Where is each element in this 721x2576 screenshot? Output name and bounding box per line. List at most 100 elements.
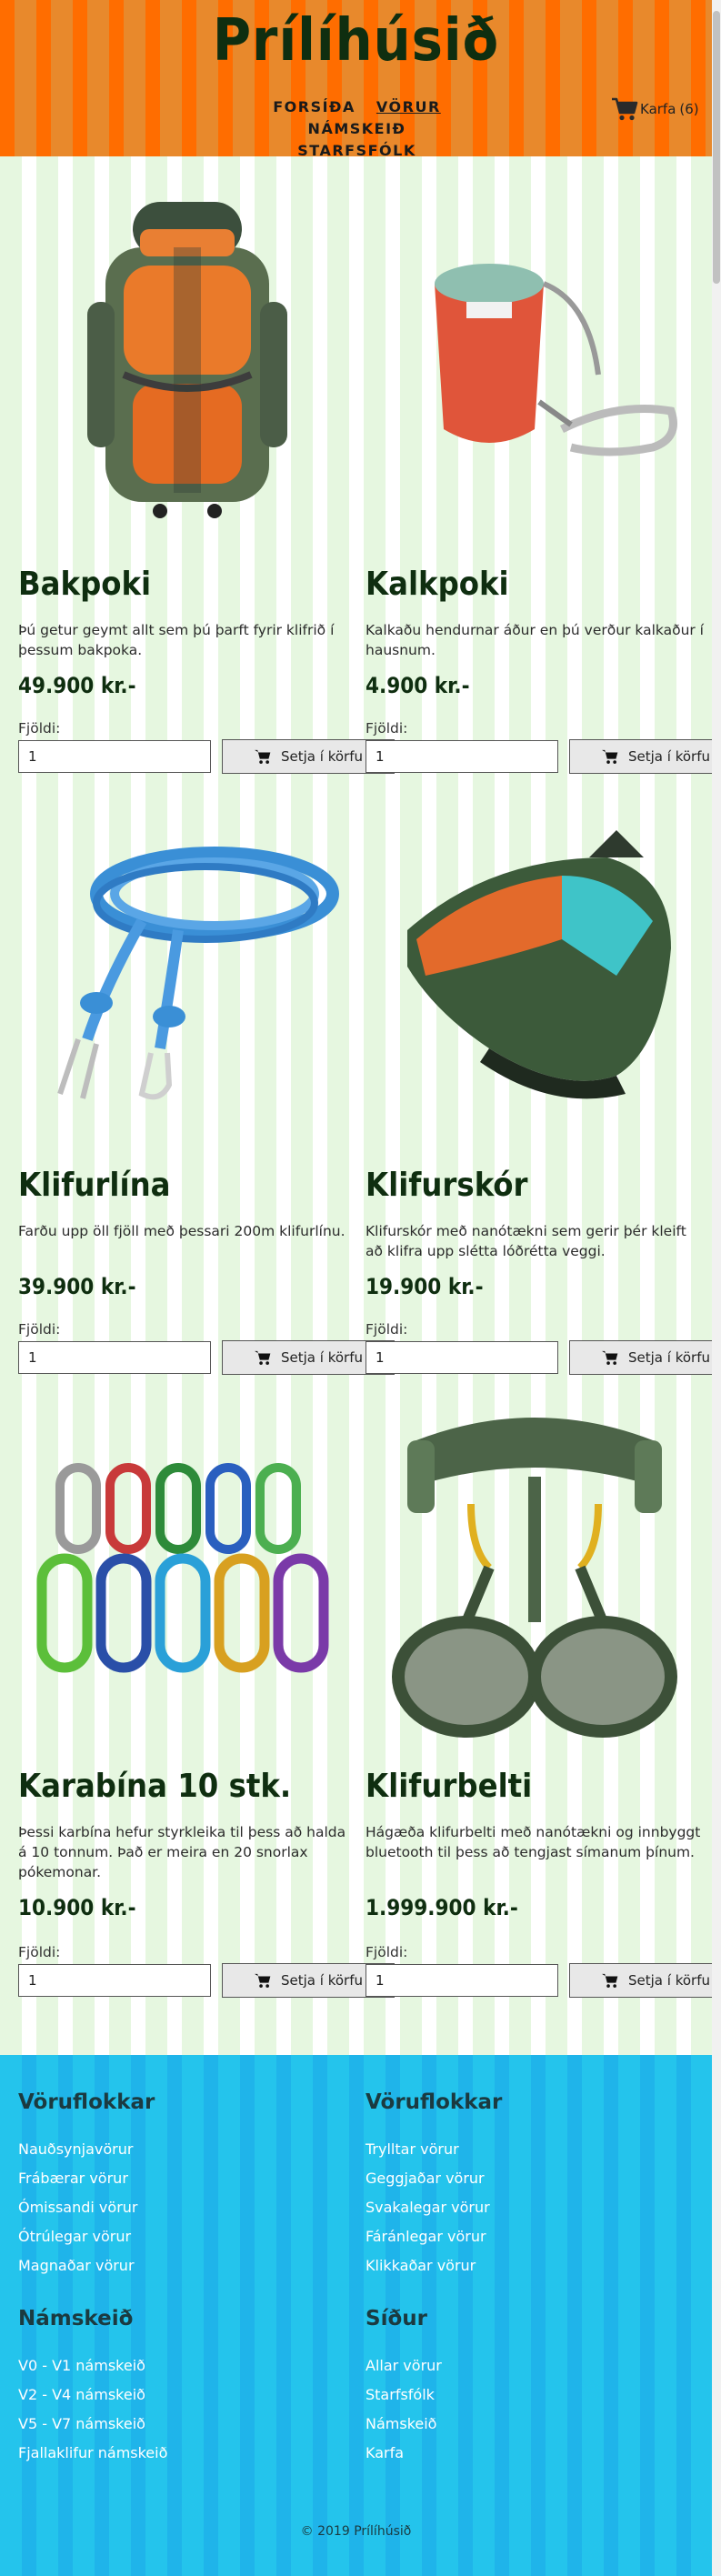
quantity-input[interactable]: [18, 1341, 211, 1374]
footer-column: Námskeið V0 - V1 námskeið V2 - V4 námske…: [18, 2300, 345, 2468]
footer-link[interactable]: Nauðsynjavörur: [18, 2135, 345, 2164]
footer-column: Vöruflokkar Trylltar vörur Geggjaðar vör…: [366, 2084, 693, 2280]
footer-heading: Síður: [366, 2307, 427, 2330]
footer-link[interactable]: Námskeið: [366, 2410, 693, 2439]
footer-link[interactable]: Klikkaðar vörur: [366, 2251, 693, 2280]
quantity-input[interactable]: [366, 1341, 558, 1374]
add-to-cart-label: Setja í körfu: [281, 1972, 363, 1989]
quantity-label: Fjöldi:: [366, 1321, 408, 1338]
footer-link[interactable]: V2 - V4 námskeið: [18, 2381, 345, 2410]
footer-link[interactable]: Ótrúlegar vörur: [18, 2222, 345, 2251]
quantity-label: Fjöldi:: [366, 1944, 408, 1960]
product-price: 1.999.900 kr.-: [366, 1895, 518, 1920]
quantity-label: Fjöldi:: [18, 1321, 61, 1338]
nav-item-forsida[interactable]: FORSÍÐA: [273, 98, 355, 115]
product-description: Þú getur geymt allt sem þú þarft fyrir k…: [18, 622, 335, 658]
climbing-shoe-image: [407, 830, 671, 1099]
add-to-cart-label: Setja í körfu: [628, 1349, 710, 1366]
product-price: 39.900 kr.-: [18, 1274, 136, 1299]
product-description: Kalkaðu hendurnar áður en þú verður kalk…: [366, 622, 704, 658]
chalkbag-image: [435, 264, 677, 456]
product-image-rope[interactable]: [18, 776, 356, 1158]
product-card: Klifurlína Farðu upp öll fjöll með þessa…: [18, 776, 395, 1375]
footer-link[interactable]: Allar vörur: [366, 2351, 693, 2381]
footer-link[interactable]: Svakalegar vörur: [366, 2193, 693, 2222]
footer-link[interactable]: V5 - V7 námskeið: [18, 2410, 345, 2439]
product-card: Bakpoki Þú getur geymt allt sem þú þarft…: [18, 175, 395, 774]
scrollbar[interactable]: [712, 0, 721, 2576]
footer-link[interactable]: Fáránlegar vörur: [366, 2222, 693, 2251]
rope-image: [57, 847, 339, 1100]
carabiners-image: [36, 1463, 329, 1673]
cart-count: (6): [679, 101, 699, 117]
product-card: Kalkpoki Kalkaðu hendurnar áður en þú ve…: [366, 175, 712, 774]
footer-link[interactable]: Fjallaklifur námskeið: [18, 2439, 345, 2468]
add-to-cart-label: Setja í körfu: [281, 1349, 363, 1366]
product-card: Karabína 10 stk. Þessi karbína hefur sty…: [18, 1377, 395, 1998]
quantity-input[interactable]: [366, 1964, 558, 1997]
product-name: Klifurlína: [18, 1167, 171, 1204]
product-name: Klifurskór: [366, 1167, 528, 1204]
cart-icon: [602, 749, 618, 764]
scrollbar-thumb[interactable]: [713, 11, 720, 284]
product-description: Farðu upp öll fjöll með þessari 200m kli…: [18, 1223, 345, 1239]
product-description: Klifurskór með nanótækni sem gerir þér k…: [366, 1223, 686, 1259]
harness-image: [392, 1418, 677, 1738]
page: Prílíhúsið FORSÍÐA VÖRUR NÁMSKEIÐ STARFS…: [0, 0, 712, 2576]
add-to-cart-button[interactable]: Setja í körfu: [569, 1963, 712, 1998]
site-footer: Vöruflokkar Nauðsynjavörur Frábærar vöru…: [0, 2055, 712, 2576]
product-price: 49.900 kr.-: [18, 673, 136, 698]
footer-link[interactable]: Starfsfólk: [366, 2381, 693, 2410]
quantity-input[interactable]: [18, 1964, 211, 1997]
add-to-cart-button[interactable]: Setja í körfu: [569, 739, 712, 774]
quantity-input[interactable]: [366, 740, 558, 773]
product-card: Klifurskór Klifurskór með nanótækni sem …: [366, 776, 712, 1375]
add-to-cart-label: Setja í körfu: [628, 1972, 710, 1989]
product-image-backpack[interactable]: [18, 175, 356, 556]
footer-link[interactable]: Geggjaðar vörur: [366, 2164, 693, 2193]
backpack-image: [87, 202, 287, 518]
footer-link[interactable]: Frábærar vörur: [18, 2164, 345, 2193]
quantity-label: Fjöldi:: [18, 1944, 61, 1960]
product-name: Karabína 10 stk.: [18, 1768, 292, 1805]
product-grid: Bakpoki Þú getur geymt allt sem þú þarft…: [0, 156, 712, 2055]
product-name: Klifurbelti: [366, 1768, 533, 1805]
product-price: 19.900 kr.-: [366, 1274, 484, 1299]
cart-icon: [612, 97, 638, 121]
nav-item-namskeid[interactable]: NÁMSKEIÐ: [308, 120, 406, 137]
add-to-cart-button[interactable]: Setja í körfu: [569, 1340, 712, 1375]
cart-icon: [255, 749, 271, 764]
product-image-climbing-shoe[interactable]: [366, 776, 704, 1158]
quantity-label: Fjöldi:: [18, 720, 61, 737]
main-nav: FORSÍÐA VÖRUR NÁMSKEIÐ STARFSFÓLK: [209, 96, 505, 162]
cart-link[interactable]: Karfa (6): [611, 96, 699, 122]
product-card: Klifurbelti Hágæða klifurbelti með nanót…: [366, 1377, 712, 1998]
product-description: Hágæða klifurbelti með nanótækni og innb…: [366, 1824, 701, 1860]
add-to-cart-label: Setja í körfu: [628, 748, 710, 765]
footer-heading: Vöruflokkar: [18, 2090, 155, 2114]
footer-link[interactable]: Trylltar vörur: [366, 2135, 693, 2164]
quantity-input[interactable]: [18, 740, 211, 773]
product-name: Bakpoki: [18, 566, 152, 603]
cart-icon: [255, 1350, 271, 1365]
footer-heading: Námskeið: [18, 2307, 134, 2330]
footer-heading: Vöruflokkar: [366, 2090, 503, 2114]
footer-link[interactable]: V0 - V1 námskeið: [18, 2351, 345, 2381]
footer-link[interactable]: Magnaðar vörur: [18, 2251, 345, 2280]
cart-icon: [602, 1973, 618, 1988]
footer-column: Vöruflokkar Nauðsynjavörur Frábærar vöru…: [18, 2084, 345, 2280]
product-image-carabiners[interactable]: [18, 1377, 356, 1759]
cart-icon: [602, 1350, 618, 1365]
product-image-chalkbag[interactable]: [366, 175, 704, 556]
footer-column: Síður Allar vörur Starfsfólk Námskeið Ka…: [366, 2300, 693, 2468]
product-price: 4.900 kr.-: [366, 673, 470, 698]
product-image-harness[interactable]: [366, 1377, 704, 1759]
quantity-label: Fjöldi:: [366, 720, 408, 737]
site-title[interactable]: Prílíhúsið: [0, 7, 712, 75]
cart-label: Karfa: [640, 101, 676, 117]
footer-link[interactable]: Karfa: [366, 2439, 693, 2468]
copyright: © 2019 Prílíhúsið: [300, 2524, 412, 2539]
footer-link[interactable]: Ómissandi vörur: [18, 2193, 345, 2222]
nav-item-vorur[interactable]: VÖRUR: [376, 98, 441, 115]
product-description: Þessi karbína hefur styrkleika til þess …: [18, 1824, 346, 1880]
